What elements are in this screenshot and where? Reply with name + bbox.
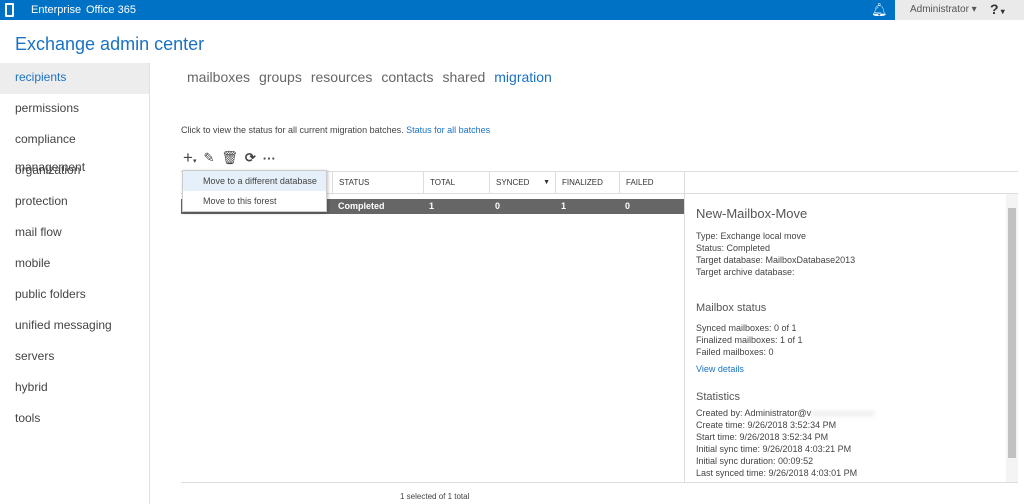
user-area: Administrator ▾ ? ▾ bbox=[895, 0, 1024, 20]
sidebar-item-organization[interactable]: organization bbox=[0, 156, 149, 187]
tabs: mailboxes groups resources contacts shared mi… bbox=[187, 69, 561, 85]
mailbox-stat: Synced mailboxes: 0 of 1 bbox=[696, 323, 797, 333]
divider bbox=[181, 482, 684, 483]
sidebar-item-public-folders[interactable]: public folders bbox=[0, 280, 149, 311]
sidebar-item-protection[interactable]: protection bbox=[0, 187, 149, 218]
add-dropdown-menu: Move to a different database Move to thi… bbox=[182, 170, 327, 212]
cell-synced: 0 bbox=[495, 201, 501, 211]
scrollbar-thumb[interactable] bbox=[1008, 208, 1016, 458]
tab-mailboxes[interactable]: mailboxes bbox=[187, 69, 250, 85]
bell-icon[interactable]: 🔔︎ bbox=[871, 2, 888, 18]
redacted-domain: xxxxxxxxxxxxxx bbox=[811, 408, 875, 418]
toolbar: +▾ ✎ 🗑︎ ⟳ ··· bbox=[183, 148, 276, 168]
col-synced[interactable]: SYNCED ▼ bbox=[489, 172, 555, 193]
col-synced-label: SYNCED bbox=[496, 178, 530, 187]
mailbox-status-heading: Mailbox status bbox=[696, 302, 767, 314]
col-total[interactable]: TOTAL bbox=[423, 172, 489, 193]
info-text: Click to view the status for all current… bbox=[181, 125, 490, 135]
delete-icon[interactable]: 🗑︎ bbox=[221, 150, 238, 166]
stat: Initial sync duration: 00:09:52 bbox=[696, 456, 814, 466]
col-spacer bbox=[684, 172, 1018, 193]
more-icon[interactable]: ··· bbox=[263, 151, 276, 166]
menu-item-move-this-forest[interactable]: Move to this forest bbox=[183, 191, 326, 211]
cell-finalized: 1 bbox=[561, 201, 567, 211]
add-icon[interactable]: +▾ bbox=[183, 148, 196, 168]
statistics-heading: Statistics bbox=[696, 391, 741, 403]
tab-groups[interactable]: groups bbox=[259, 69, 302, 85]
menu-item-move-different-database[interactable]: Move to a different database bbox=[183, 171, 326, 191]
sidebar: recipients permissions compliance manageme… bbox=[0, 63, 150, 504]
help-icon: ? bbox=[990, 1, 999, 17]
view-details-link[interactable]: View details bbox=[696, 364, 1018, 375]
detail-prop: Type: Exchange local move bbox=[696, 231, 807, 241]
cell-failed: 0 bbox=[625, 201, 631, 211]
selection-count: 1 selected of 1 total bbox=[400, 492, 470, 501]
sidebar-item-unified-messaging[interactable]: unified messaging bbox=[0, 311, 149, 342]
created-by-label: Created by: Administrator@v bbox=[696, 408, 812, 418]
sidebar-item-servers[interactable]: servers bbox=[0, 342, 149, 373]
stat: Create time: 9/26/2018 3:52:34 PM bbox=[696, 420, 837, 430]
detail-prop: Target archive database: bbox=[696, 267, 795, 277]
refresh-icon[interactable]: ⟳ bbox=[245, 150, 256, 166]
info-label: Click to view the status for all current… bbox=[181, 125, 404, 135]
sort-desc-icon: ▼ bbox=[543, 179, 550, 186]
sidebar-item-tools[interactable]: tools bbox=[0, 404, 149, 435]
sidebar-item-mobile[interactable]: mobile bbox=[0, 249, 149, 280]
top-bar: Enterprise Office 365 🔔︎ Administrator ▾… bbox=[0, 0, 1024, 20]
mailbox-stat: Failed mailboxes: 0 bbox=[696, 347, 774, 357]
col-finalized[interactable]: FINALIZED bbox=[555, 172, 619, 193]
sidebar-item-mail-flow[interactable]: mail flow bbox=[0, 218, 149, 249]
mailbox-stat: Finalized mailboxes: 1 of 1 bbox=[696, 335, 803, 345]
user-name: Administrator bbox=[910, 4, 969, 15]
detail-prop: Status: Completed bbox=[696, 243, 771, 253]
user-menu[interactable]: Administrator ▾ bbox=[910, 4, 977, 15]
stat: Initial sync time: 9/26/2018 4:03:21 PM bbox=[696, 444, 852, 454]
tab-migration[interactable]: migration bbox=[494, 69, 552, 85]
sidebar-item-permissions[interactable]: permissions bbox=[0, 94, 149, 125]
stat: Last synced time: 9/26/2018 4:03:01 PM bbox=[696, 468, 858, 478]
detail-title: New-Mailbox-Move bbox=[696, 206, 808, 221]
details-scrollbar[interactable] bbox=[1006, 194, 1018, 482]
tab-contacts[interactable]: contacts bbox=[381, 69, 433, 85]
sidebar-item-recipients[interactable]: recipients bbox=[0, 63, 149, 94]
details-pane: New-Mailbox-Move Type: Exchange local mo… bbox=[684, 194, 1018, 483]
status-all-batches-link[interactable]: Status for all batches bbox=[406, 125, 490, 135]
col-failed[interactable]: FAILED bbox=[619, 172, 684, 193]
cell-total: 1 bbox=[429, 201, 435, 211]
stat: Start time: 9/26/2018 3:52:34 PM bbox=[696, 432, 829, 442]
detail-prop: Target database: MailboxDatabase2013 bbox=[696, 255, 856, 265]
page-title: Exchange admin center bbox=[15, 34, 205, 54]
sidebar-item-hybrid[interactable]: hybrid bbox=[0, 373, 149, 404]
cell-status: Completed bbox=[338, 201, 385, 211]
enterprise-link[interactable]: Enterprise bbox=[31, 4, 81, 16]
created-by: Created by: Administrator@vxxxxxxxxxxxxx… bbox=[696, 407, 1018, 419]
office-logo-icon[interactable] bbox=[5, 3, 14, 17]
sidebar-item-compliance-management[interactable]: compliance management bbox=[0, 125, 149, 174]
edit-icon[interactable]: ✎ bbox=[203, 150, 214, 166]
tab-resources[interactable]: resources bbox=[311, 69, 372, 85]
tab-shared[interactable]: shared bbox=[442, 69, 485, 85]
help-button[interactable]: ? ▾ bbox=[990, 1, 1005, 17]
col-status[interactable]: STATUS bbox=[332, 172, 423, 193]
office365-link[interactable]: Office 365 bbox=[86, 4, 136, 16]
